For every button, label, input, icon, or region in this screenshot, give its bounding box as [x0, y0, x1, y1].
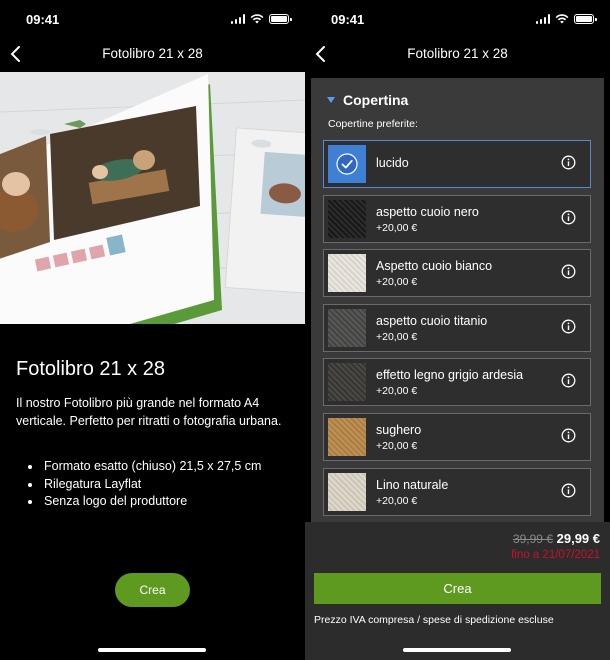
original-price: 39,99 €: [512, 532, 553, 546]
product-detail-screen: 09:41 Fotolibro 21 x 28 Fotolibro 21 x 2…: [0, 0, 305, 660]
info-icon[interactable]: [561, 373, 576, 388]
cover-section-toggle[interactable]: Copertina: [327, 92, 408, 108]
battery-icon: [574, 14, 597, 24]
feature-item: Formato esatto (chiuso) 21,5 x 27,5 cm: [26, 458, 261, 476]
create-button[interactable]: Crea: [115, 573, 190, 607]
cover-swatch: [328, 308, 366, 347]
cover-option[interactable]: effetto legno grigio ardesia +20,00 €: [323, 358, 591, 407]
home-indicator: [98, 648, 206, 652]
favorite-covers-label: Copertine preferite:: [328, 118, 418, 130]
cellular-signal-icon: [230, 14, 245, 24]
wifi-icon: [555, 14, 569, 24]
cover-swatch: [328, 418, 366, 456]
cover-option-price: +20,00 €: [376, 330, 418, 343]
create-button[interactable]: Crea: [314, 573, 601, 604]
nav-title: Fotolibro 21 x 28: [407, 46, 508, 61]
info-icon[interactable]: [561, 155, 576, 170]
cover-option[interactable]: aspetto cuoio titanio +20,00 €: [323, 303, 591, 352]
cover-option-name: aspetto cuoio titanio: [376, 313, 488, 328]
section-title: Copertina: [343, 92, 409, 108]
cover-swatch: [328, 363, 366, 402]
info-icon[interactable]: [561, 319, 576, 334]
info-icon[interactable]: [561, 483, 576, 498]
cover-swatch: [328, 254, 366, 293]
status-time: 09:41: [26, 12, 60, 27]
cover-option-name: sughero: [376, 423, 422, 437]
sale-end-date: fino a 21/07/2021: [511, 549, 600, 561]
product-hero-image: [0, 72, 305, 324]
info-icon[interactable]: [561, 264, 576, 279]
cover-option-name: effetto legno grigio ardesia: [376, 368, 524, 383]
cover-option-name: Lino naturale: [376, 477, 449, 492]
wifi-icon: [250, 14, 264, 24]
cover-option-price: +20,00 €: [376, 494, 418, 507]
cover-option[interactable]: Aspetto cuoio bianco +20,00 €: [323, 249, 591, 298]
nav-bar: Fotolibro 21 x 28: [0, 40, 305, 70]
cover-swatch: [328, 145, 366, 183]
selected-check-icon: [336, 153, 358, 175]
nav-title: Fotolibro 21 x 28: [102, 46, 203, 61]
cover-selection-screen: 09:41 Fotolibro 21 x 28 Copertina Copert…: [305, 0, 610, 660]
product-title: Fotolibro 21 x 28: [16, 358, 165, 380]
nav-bar: Fotolibro 21 x 28: [305, 40, 610, 70]
cover-option-price: +20,00 €: [376, 276, 418, 289]
product-description: Il nostro Fotolibro più grande nel forma…: [16, 396, 282, 428]
cellular-signal-icon: [535, 14, 550, 24]
cover-option-name: aspetto cuoio nero: [376, 204, 479, 219]
vat-note: Prezzo IVA compresa / spese di spedizion…: [314, 614, 554, 626]
checkout-footer: 39,99 € 29,99 € fino a 21/07/2021 Crea P…: [305, 522, 610, 660]
info-icon[interactable]: [561, 428, 576, 443]
cover-option[interactable]: Lino naturale +20,00 €: [323, 467, 591, 516]
cover-option[interactable]: aspetto cuoio nero +20,00 €: [323, 194, 591, 243]
status-bar: 09:41: [305, 0, 610, 40]
cover-option-name: Aspetto cuoio bianco: [376, 259, 493, 274]
collapse-triangle-icon: [327, 97, 335, 103]
feature-item: Senza logo del produttore: [26, 493, 261, 511]
home-indicator: [403, 648, 511, 652]
cover-options-panel: Copertina Copertine preferite: lucido asp…: [311, 78, 604, 522]
cover-swatch: [328, 472, 366, 511]
status-bar: 09:41: [0, 0, 305, 40]
sale-price: 29,99 €: [556, 531, 600, 546]
battery-icon: [269, 14, 292, 24]
photobook-illustration: [0, 72, 305, 324]
cover-option[interactable]: sughero +20,00 €: [323, 413, 591, 461]
cover-option-price: +20,00 €: [376, 440, 418, 452]
cover-option[interactable]: lucido: [323, 140, 591, 188]
info-icon[interactable]: [561, 210, 576, 225]
feature-item: Rilegatura Layflat: [26, 476, 261, 494]
cover-option-name: lucido: [376, 156, 409, 170]
status-time: 09:41: [331, 12, 365, 27]
cover-option-price: +20,00 €: [376, 221, 418, 234]
cover-option-price: +20,00 €: [376, 385, 418, 398]
cover-swatch: [328, 199, 366, 238]
feature-list: Formato esatto (chiuso) 21,5 x 27,5 cm R…: [26, 458, 261, 511]
